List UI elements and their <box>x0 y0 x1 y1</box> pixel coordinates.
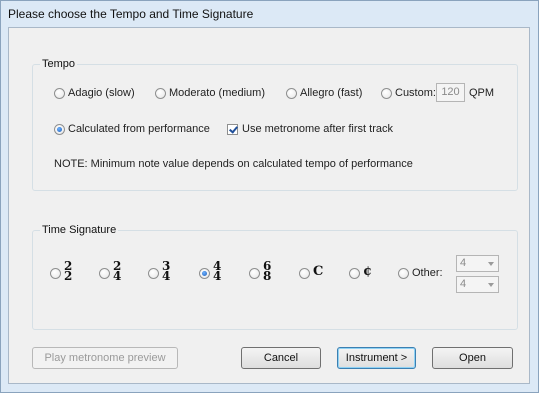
tempo-group-label: Tempo <box>40 58 78 70</box>
tempo-note: NOTE: Minimum note value depends on calc… <box>54 158 413 170</box>
ts-other-top-value: 4 <box>460 257 467 269</box>
ts-cut-time-radio[interactable] <box>349 268 360 279</box>
ts-2-4-symbol[interactable]: 2 4 <box>113 260 122 283</box>
dialog-client-area: Tempo Adagio (slow) Moderato (medium) Al… <box>8 27 530 384</box>
ts-3-4-radio[interactable] <box>148 268 159 279</box>
calculated-label[interactable]: Calculated from performance <box>68 123 210 135</box>
cancel-button[interactable]: Cancel <box>241 347 321 369</box>
open-button[interactable]: Open <box>432 347 513 369</box>
ts-3-4-bottom: 4 <box>162 269 171 283</box>
ts-2-4-radio[interactable] <box>99 268 110 279</box>
allegro-radio[interactable] <box>286 88 297 99</box>
ts-3-4-symbol[interactable]: 3 4 <box>162 260 171 283</box>
metronome-label[interactable]: Use metronome after first track <box>242 123 393 135</box>
ts-other-top-select[interactable]: 4 <box>456 255 499 272</box>
adagio-label[interactable]: Adagio (slow) <box>68 87 135 99</box>
qpm-label: QPM <box>469 87 495 99</box>
adagio-radio[interactable] <box>54 88 65 99</box>
custom-label[interactable]: Custom: <box>395 87 436 99</box>
ts-6-8-symbol[interactable]: 6 8 <box>263 260 272 283</box>
time-signature-group-label: Time Signature <box>40 224 119 236</box>
chevron-down-icon <box>488 262 494 266</box>
ts-4-4-symbol[interactable]: 4 4 <box>213 260 222 283</box>
ts-other-label[interactable]: Other: <box>412 267 443 279</box>
ts-6-8-radio[interactable] <box>249 268 260 279</box>
ts-6-8-bottom: 8 <box>263 269 272 283</box>
play-metronome-preview-button[interactable]: Play metronome preview <box>32 347 178 369</box>
ts-2-2-symbol[interactable]: 2 2 <box>64 260 73 283</box>
title-bar[interactable]: Please choose the Tempo and Time Signatu… <box>1 1 538 27</box>
ts-2-4-bottom: 4 <box>113 269 122 283</box>
instrument-button[interactable]: Instrument > <box>337 347 416 369</box>
chevron-down-icon <box>488 283 494 287</box>
time-signature-group: Time Signature <box>32 224 518 330</box>
ts-2-2-radio[interactable] <box>50 268 61 279</box>
ts-4-4-radio[interactable] <box>199 268 210 279</box>
allegro-label[interactable]: Allegro (fast) <box>300 87 362 99</box>
dialog-window: Please choose the Tempo and Time Signatu… <box>0 0 539 393</box>
ts-other-bottom-select[interactable]: 4 <box>456 276 499 293</box>
ts-other-radio[interactable] <box>398 268 409 279</box>
moderato-label[interactable]: Moderato (medium) <box>169 87 265 99</box>
moderato-radio[interactable] <box>155 88 166 99</box>
dialog-title: Please choose the Tempo and Time Signatu… <box>8 7 254 21</box>
ts-4-4-bottom: 4 <box>213 269 222 283</box>
ts-2-2-bottom: 2 <box>64 269 73 283</box>
metronome-checkbox[interactable] <box>227 124 238 135</box>
ts-cut-time-symbol[interactable]: ¢ <box>363 264 372 280</box>
calculated-radio[interactable] <box>54 124 65 135</box>
ts-other-bottom-value: 4 <box>460 278 467 290</box>
custom-radio[interactable] <box>381 88 392 99</box>
ts-common-time-radio[interactable] <box>299 268 310 279</box>
custom-tempo-input[interactable]: 120 <box>436 83 465 102</box>
ts-common-time-symbol[interactable]: C <box>313 264 323 280</box>
